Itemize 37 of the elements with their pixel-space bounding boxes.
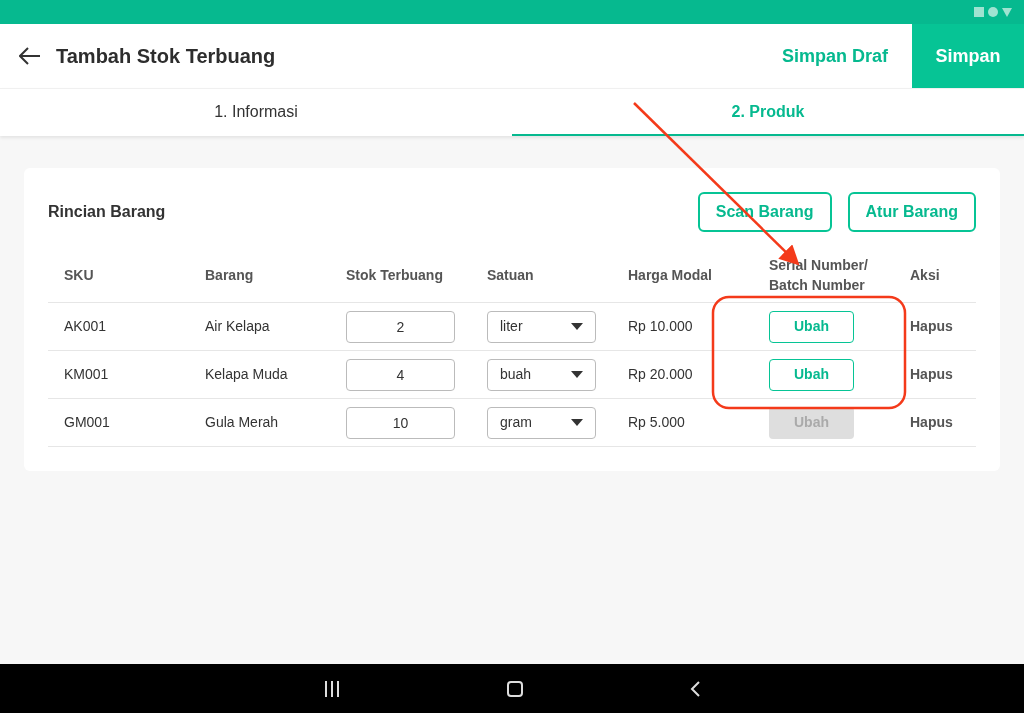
delete-link[interactable]: Hapus	[894, 316, 976, 337]
delete-link[interactable]: Hapus	[894, 364, 976, 385]
square-icon	[974, 7, 984, 17]
column-header: Satuan	[486, 266, 535, 285]
table-cell-text: Gula Merah	[204, 413, 280, 432]
back-icon[interactable]	[690, 680, 701, 697]
unit-dropdown[interactable]: liter	[487, 310, 596, 343]
tab[interactable]: 1. Informasi	[0, 89, 512, 136]
triangle-icon	[1002, 7, 1012, 17]
caret-icon	[571, 419, 583, 426]
column-header: Serial Number/ Batch Number	[768, 256, 869, 295]
table-cell-text: Rp 10.000	[627, 317, 694, 336]
table-cell-text: AK001	[63, 317, 108, 336]
recent-apps-icon[interactable]	[323, 680, 340, 697]
table-cell-text: Air Kelapa	[204, 317, 271, 336]
unit-dropdown[interactable]: gram	[487, 406, 596, 439]
delete-link[interactable]: Hapus	[894, 412, 976, 433]
column-header: Aksi	[909, 266, 941, 285]
quantity-field[interactable]: 4	[346, 358, 455, 391]
quantity-field[interactable]: 2	[346, 310, 455, 343]
column-header: Harga Modal	[627, 266, 713, 285]
table-cell-text: Rp 5.000	[627, 413, 686, 432]
home-icon[interactable]	[507, 680, 523, 697]
table-cell-text: Kelapa Muda	[204, 365, 289, 384]
table-cell-text: Rp 20.000	[627, 365, 694, 384]
page-title: Tambah Stok Terbuang	[56, 44, 276, 69]
table-cell-text: GM001	[63, 413, 111, 432]
column-header: Barang	[204, 266, 255, 285]
caret-icon	[571, 371, 583, 378]
unit-dropdown[interactable]: buah	[487, 358, 596, 391]
column-header: Stok Terbuang	[345, 266, 444, 285]
column-header: SKU	[63, 266, 95, 285]
card-title: Rincian Barang	[48, 202, 166, 222]
caret-icon	[571, 323, 583, 330]
table-cell-text: KM001	[63, 365, 110, 384]
quantity-field[interactable]: 10	[346, 406, 455, 439]
back-arrow-icon	[19, 47, 41, 65]
